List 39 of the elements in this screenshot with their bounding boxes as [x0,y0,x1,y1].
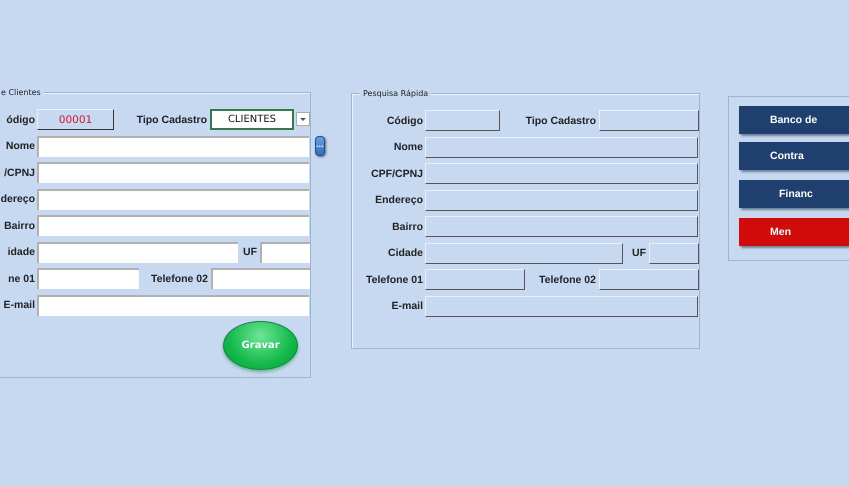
menu-button[interactable]: Banco de [739,106,849,134]
input-field[interactable] [37,215,309,236]
field-label: Telefone 01 [365,274,424,286]
browse-button[interactable]: ... [315,136,325,156]
input-field[interactable] [37,242,238,262]
field-label: /CPNJ [3,166,36,178]
input-field[interactable] [37,188,309,210]
menu-button[interactable]: Financ [739,180,849,208]
field-label: dereço [0,193,36,205]
menu-button[interactable]: Contra [739,142,849,170]
field-label: Nome [4,140,36,152]
input-field[interactable] [37,294,309,316]
input-field[interactable] [211,268,310,289]
input-field[interactable] [260,242,310,262]
field-label: CPF/CPNJ [370,168,424,180]
field-label: Bairro [3,220,36,232]
field-label: Tipo Cadastro [524,114,597,126]
panel-legend: Pesquisa Rápida [360,88,432,99]
field-label: Bairro [391,220,424,232]
field-label: Código [386,114,424,126]
field-label: Telefone 02 [538,274,597,286]
input-field[interactable] [37,136,309,156]
menu-button[interactable]: Men [739,218,849,246]
field-label: Telefone 02 [150,272,209,284]
input-field[interactable] [37,268,139,289]
field-label: Nome [392,141,424,153]
field-label: UF [242,246,258,258]
panel-legend: e Clientes [0,87,44,98]
field-label: Cidade [386,247,424,259]
type-dropdown[interactable]: CLIENTES [210,109,294,130]
field-label: E-mail [2,299,36,311]
field-label: idade [6,246,36,258]
field-label: Endereço [374,194,424,206]
field-label: ne 01 [7,272,36,284]
input-field[interactable] [37,162,309,183]
field-label: Tipo Cadastro [136,114,208,126]
field-label: ódigo [5,114,36,126]
field-label: UF [631,247,647,259]
field-label: E-mail [390,300,424,312]
